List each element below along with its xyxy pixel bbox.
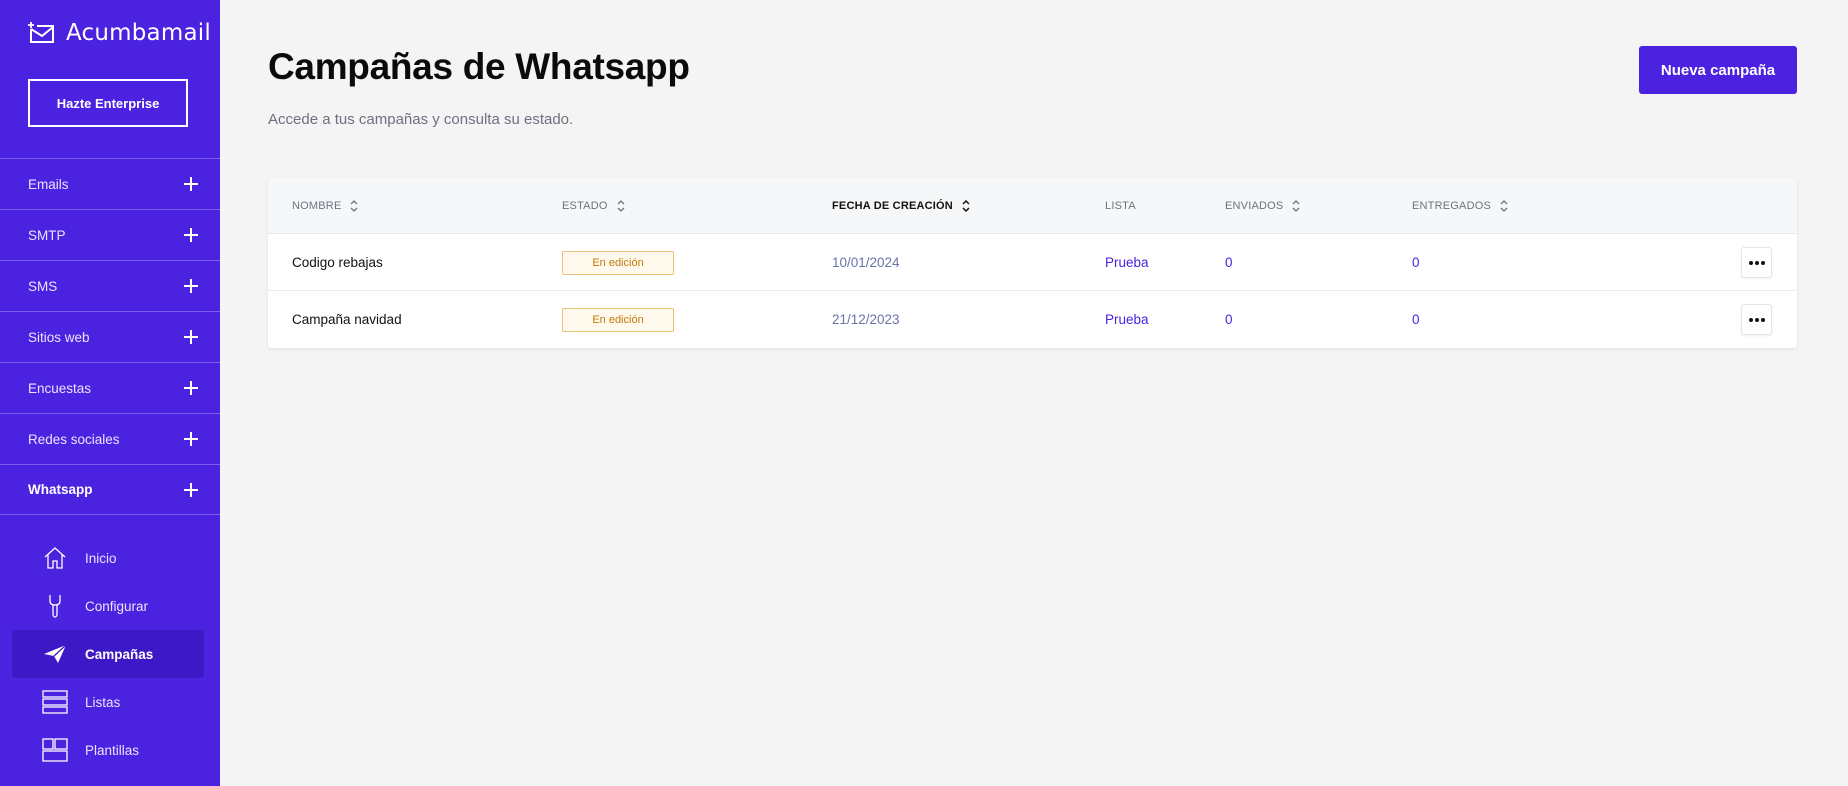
column-header-nombre[interactable]: NOMBRE xyxy=(292,178,359,234)
list-link[interactable]: Prueba xyxy=(1105,234,1149,291)
dot xyxy=(1748,317,1753,322)
sidebar-item-label: Sitios web xyxy=(28,329,90,345)
more-options-button[interactable] xyxy=(1741,247,1772,278)
plus-icon xyxy=(184,177,198,191)
whatsapp-subnav: Inicio Configurar Campañas Listas Planti… xyxy=(12,534,204,774)
subnav-item-plantillas[interactable]: Plantillas xyxy=(12,726,204,774)
subnav-item-label: Configurar xyxy=(85,598,149,614)
brand-name: Acumbamail xyxy=(66,20,211,46)
sidebar: Acumbamail Hazte Enterprise Emails SMTP … xyxy=(0,0,220,786)
sidebar-nav: Emails SMTP SMS Sitios web Encuestas Red… xyxy=(0,158,220,515)
sidebar-item-encuestas[interactable]: Encuestas xyxy=(0,362,220,413)
column-label: ENTREGADOS xyxy=(1412,200,1492,212)
subnav-item-label: Campañas xyxy=(85,646,154,662)
column-label: ESTADO xyxy=(562,200,608,212)
subnav-item-listas[interactable]: Listas xyxy=(12,678,204,726)
sidebar-item-label: Whatsapp xyxy=(28,482,93,497)
plus-icon xyxy=(184,279,198,293)
plus-icon xyxy=(184,482,198,497)
sidebar-item-label: SMS xyxy=(28,278,58,294)
subnav-item-campanas[interactable]: Campañas xyxy=(12,630,204,678)
table-row: Codigo rebajas En edición 10/01/2024 Pru… xyxy=(268,234,1797,291)
new-campaign-button[interactable]: Nueva campaña xyxy=(1639,46,1797,94)
paper-plane-icon xyxy=(42,641,68,667)
dot xyxy=(1748,260,1753,265)
brand-logo[interactable]: Acumbamail xyxy=(28,20,211,46)
sort-icon xyxy=(351,200,358,212)
delivered-count: 0 xyxy=(1412,255,1420,270)
table-header: NOMBRE ESTADO FECHA DE CREACIÓN LISTA EN… xyxy=(268,178,1797,234)
column-label: ENVIADOS xyxy=(1225,200,1284,212)
sidebar-item-label: Emails xyxy=(28,176,69,192)
plus-icon xyxy=(184,432,198,446)
hazte-enterprise-button[interactable]: Hazte Enterprise xyxy=(28,79,188,127)
sidebar-item-sitios-web[interactable]: Sitios web xyxy=(0,311,220,362)
sidebar-item-label: Encuestas xyxy=(28,380,92,396)
column-header-enviados[interactable]: ENVIADOS xyxy=(1225,178,1301,234)
dot xyxy=(1760,260,1765,265)
column-label: NOMBRE xyxy=(292,200,342,212)
sort-icon xyxy=(1500,200,1508,212)
subnav-item-label: Inicio xyxy=(85,550,117,566)
sort-icon xyxy=(1292,200,1300,212)
sidebar-item-smtp[interactable]: SMTP xyxy=(0,209,220,260)
list-link[interactable]: Prueba xyxy=(1105,291,1149,348)
list-icon xyxy=(42,689,68,715)
campaign-name[interactable]: Campaña navidad xyxy=(292,291,402,348)
more-options-button[interactable] xyxy=(1741,304,1772,335)
mail-logo-icon xyxy=(28,22,54,43)
sidebar-item-label: Redes sociales xyxy=(28,431,120,447)
plus-icon xyxy=(184,228,198,242)
sidebar-item-label: SMTP xyxy=(28,227,66,243)
column-header-entregados[interactable]: ENTREGADOS xyxy=(1412,178,1509,234)
sent-count: 0 xyxy=(1225,312,1233,327)
column-label: FECHA DE CREACIÓN xyxy=(832,200,953,212)
column-header-fecha[interactable]: FECHA DE CREACIÓN xyxy=(832,178,971,234)
campaigns-table: NOMBRE ESTADO FECHA DE CREACIÓN LISTA EN… xyxy=(268,178,1797,348)
wrench-icon xyxy=(42,593,68,619)
page-title: Campañas de Whatsapp xyxy=(268,46,690,87)
home-icon xyxy=(42,545,68,571)
dot xyxy=(1760,317,1765,322)
column-label: LISTA xyxy=(1105,200,1136,212)
subnav-item-label: Listas xyxy=(85,694,121,710)
page-subtitle: Accede a tus campañas y consulta su esta… xyxy=(268,111,574,128)
creation-date: 10/01/2024 xyxy=(832,255,900,270)
campaign-name[interactable]: Codigo rebajas xyxy=(292,234,383,291)
subnav-item-inicio[interactable]: Inicio xyxy=(12,534,204,582)
table-row: Campaña navidad En edición 21/12/2023 Pr… xyxy=(268,291,1797,348)
dot xyxy=(1754,317,1759,322)
sent-count: 0 xyxy=(1225,255,1233,270)
plus-icon xyxy=(184,330,198,344)
status-badge: En edición xyxy=(562,250,674,275)
sort-icon xyxy=(962,199,970,213)
column-header-estado[interactable]: ESTADO xyxy=(562,178,626,234)
column-header-lista: LISTA xyxy=(1105,178,1136,234)
subnav-item-configurar[interactable]: Configurar xyxy=(12,582,204,630)
delivered-count: 0 xyxy=(1412,312,1420,327)
subnav-item-label: Plantillas xyxy=(85,742,140,758)
template-icon xyxy=(42,737,68,763)
sidebar-item-redes-sociales[interactable]: Redes sociales xyxy=(0,413,220,464)
dot xyxy=(1754,260,1759,265)
plus-icon xyxy=(184,381,198,395)
sidebar-item-sms[interactable]: SMS xyxy=(0,260,220,311)
creation-date: 21/12/2023 xyxy=(832,312,900,327)
sidebar-item-whatsapp[interactable]: Whatsapp xyxy=(0,464,220,515)
sort-icon xyxy=(617,200,625,212)
status-badge: En edición xyxy=(562,307,674,332)
sidebar-item-emails[interactable]: Emails xyxy=(0,158,220,209)
